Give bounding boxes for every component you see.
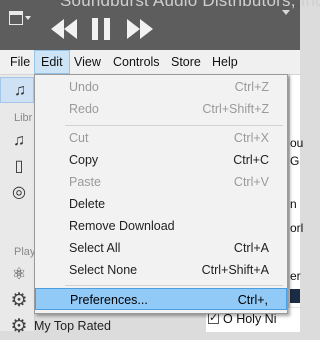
menu-help[interactable]: Help bbox=[206, 50, 244, 74]
menu-controls[interactable]: Controls bbox=[107, 50, 166, 74]
account-menu-icon[interactable] bbox=[280, 4, 300, 24]
menu-item-undo[interactable]: Undo Ctrl+Z bbox=[35, 76, 287, 98]
song-fragment[interactable]: er bbox=[290, 269, 301, 283]
gear-icon: ⚙ bbox=[10, 316, 28, 337]
song-list: ou G n orl er bbox=[290, 75, 303, 331]
sidebar-item-music[interactable]: ♫ bbox=[0, 77, 34, 103]
music-note-icon: ♫ bbox=[14, 82, 26, 99]
note-icon: ♫ bbox=[13, 132, 25, 149]
menu-item-remove-download[interactable]: Remove Download bbox=[35, 215, 287, 237]
menu-item-copy[interactable]: Copy Ctrl+C bbox=[35, 149, 287, 171]
sidebar: ♫ Libr ♫ ▯ ◎ Play ⚛ ⚙ ⚙ bbox=[0, 75, 36, 336]
menu-item-preferences[interactable]: Preferences... Ctrl+, bbox=[35, 288, 287, 310]
sidebar-item-smart-playlist-1[interactable]: ⚙ bbox=[0, 288, 34, 314]
podcast-icon: ◎ bbox=[12, 184, 26, 201]
sidebar-item-videos[interactable]: ▯ bbox=[0, 154, 34, 180]
sidebar-item-smart-playlist-2[interactable]: ⚙ bbox=[0, 314, 34, 340]
menu-item-delete[interactable]: Delete bbox=[35, 193, 287, 215]
window-menu-icon[interactable] bbox=[9, 11, 31, 25]
fast-forward-icon[interactable] bbox=[126, 16, 154, 42]
menu-item-paste[interactable]: Paste Ctrl+V bbox=[35, 171, 287, 193]
song-fragment[interactable]: ou bbox=[290, 136, 303, 150]
player-toolbar: Soundburst Audio Distributors, Inc. bbox=[0, 0, 320, 50]
menu-item-cut[interactable]: Cut Ctrl+X bbox=[35, 127, 287, 149]
song-fragment[interactable]: orl bbox=[290, 221, 303, 235]
menu-file[interactable]: File bbox=[4, 50, 36, 74]
sidebar-item-podcasts[interactable]: ◎ bbox=[0, 180, 34, 206]
menu-separator bbox=[65, 125, 283, 126]
sidebar-header-library: Libr bbox=[14, 112, 33, 124]
edit-menu-dropdown: Undo Ctrl+Z Redo Ctrl+Shift+Z Cut Ctrl+X Co… bbox=[34, 74, 288, 314]
menu-edit[interactable]: Edit bbox=[34, 50, 70, 74]
gear-icon: ⚙ bbox=[10, 290, 28, 311]
menu-bar: File Edit View Controls Store Help bbox=[0, 50, 300, 75]
menu-item-select-all[interactable]: Select All Ctrl+A bbox=[35, 237, 287, 259]
selected-row-marker bbox=[290, 289, 300, 303]
menu-item-select-none[interactable]: Select None Ctrl+Shift+A bbox=[35, 259, 287, 281]
song-title: O Holy Ni bbox=[223, 312, 277, 326]
pause-icon[interactable] bbox=[90, 16, 112, 42]
rewind-icon[interactable] bbox=[50, 16, 78, 42]
menu-separator bbox=[65, 285, 283, 286]
menu-store[interactable]: Store bbox=[165, 50, 207, 74]
menu-item-redo[interactable]: Redo Ctrl+Shift+Z bbox=[35, 98, 287, 120]
sidebar-header-playlists: Play bbox=[14, 246, 36, 258]
film-icon: ▯ bbox=[14, 158, 24, 175]
song-checkbox[interactable] bbox=[208, 311, 219, 324]
genius-atom-icon: ⚛ bbox=[11, 266, 27, 283]
menu-view[interactable]: View bbox=[68, 50, 107, 74]
sidebar-item-genius[interactable]: ⚛ bbox=[0, 262, 34, 288]
sidebar-item-songs[interactable]: ♫ bbox=[0, 128, 34, 154]
song-fragment[interactable]: n bbox=[290, 197, 297, 211]
song-fragment[interactable]: G bbox=[290, 154, 299, 168]
